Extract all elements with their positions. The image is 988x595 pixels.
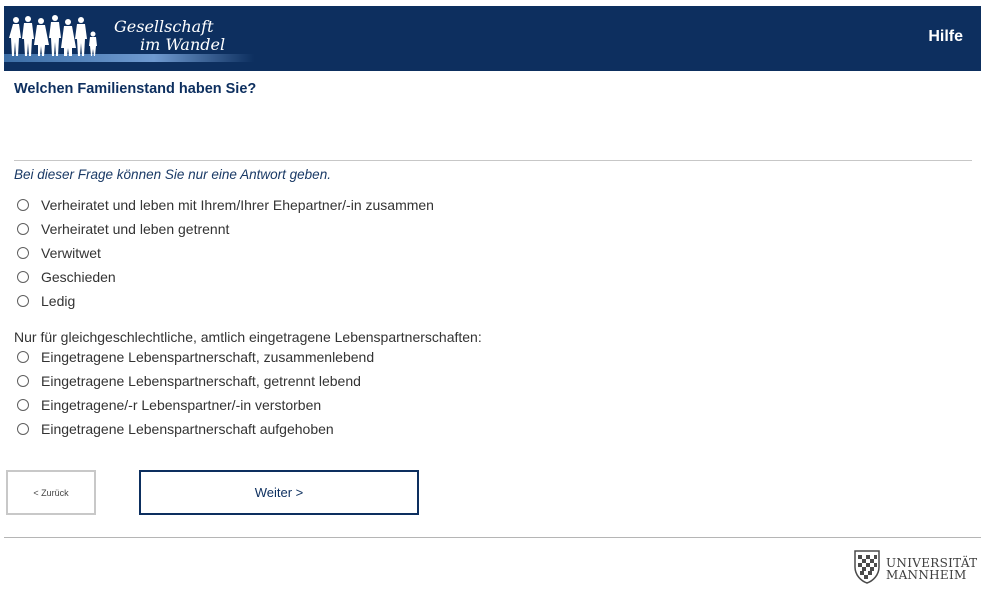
logo-text: Gesellschaft im Wandel [112, 18, 225, 54]
logo-line2: im Wandel [140, 35, 226, 54]
radio-button[interactable] [17, 223, 29, 235]
radio-button[interactable] [17, 399, 29, 411]
option-widowed[interactable]: Verwitwet [17, 245, 101, 261]
radio-button[interactable] [17, 375, 29, 387]
option-married-separated[interactable]: Verheiratet und leben getrennt [17, 221, 229, 237]
back-button[interactable]: < Zurück [6, 470, 96, 515]
option-label: Ledig [41, 293, 76, 309]
logo-line1: Gesellschaft [114, 17, 214, 36]
option-label: Eingetragene Lebenspartnerschaft, zusamm… [41, 349, 375, 365]
option-label: Verheiratet und leben mit Ihrem/Ihrer Eh… [41, 197, 434, 213]
option-married-together[interactable]: Verheiratet und leben mit Ihrem/Ihrer Eh… [17, 197, 434, 213]
option-label: Verwitwet [41, 245, 101, 261]
option-partnership-together[interactable]: Eingetragene Lebenspartnerschaft, zusamm… [17, 349, 374, 365]
gesellschaft-im-wandel-logo: Gesellschaft im Wandel [4, 6, 254, 71]
crest-icon [854, 550, 880, 584]
option-label: Eingetragene Lebenspartnerschaft aufgeho… [41, 421, 334, 437]
option-label: Verheiratet und leben getrennt [41, 221, 230, 237]
partnership-group-heading: Nur für gleichgeschlechtliche, amtlich e… [14, 329, 482, 345]
radio-button[interactable] [17, 351, 29, 363]
question-title: Welchen Familienstand haben Sie? [14, 81, 257, 97]
option-single[interactable]: Ledig [17, 293, 75, 309]
radio-button[interactable] [17, 199, 29, 211]
option-partnership-dissolved[interactable]: Eingetragene Lebenspartnerschaft aufgeho… [17, 421, 334, 437]
option-partnership-separated[interactable]: Eingetragene Lebenspartnerschaft, getren… [17, 373, 361, 389]
question-instruction: Bei dieser Frage können Sie nur eine Ant… [14, 167, 331, 182]
radio-button[interactable] [17, 247, 29, 259]
people-silhouettes-icon [9, 15, 97, 56]
divider [14, 160, 972, 161]
university-name: UNIVERSITÄT MANNHEIM [886, 557, 977, 581]
option-label: Geschieden [41, 269, 116, 285]
survey-page: Gesellschaft im Wandel Hilfe Welchen Fam… [0, 0, 988, 595]
radio-button[interactable] [17, 423, 29, 435]
option-partner-deceased[interactable]: Eingetragene/-r Lebenspartner/-in versto… [17, 397, 321, 413]
option-label: Eingetragene/-r Lebenspartner/-in versto… [41, 397, 322, 413]
help-link[interactable]: Hilfe [928, 28, 963, 46]
option-divorced[interactable]: Geschieden [17, 269, 116, 285]
option-label: Eingetragene Lebenspartnerschaft, getren… [41, 373, 361, 389]
university-mannheim-logo: UNIVERSITÄT MANNHEIM [850, 549, 984, 587]
footer-divider [4, 537, 981, 538]
next-button[interactable]: Weiter > [139, 470, 419, 515]
radio-button[interactable] [17, 295, 29, 307]
header-bar: Gesellschaft im Wandel Hilfe [4, 6, 981, 71]
university-line2: MANNHEIM [886, 568, 967, 582]
radio-button[interactable] [17, 271, 29, 283]
